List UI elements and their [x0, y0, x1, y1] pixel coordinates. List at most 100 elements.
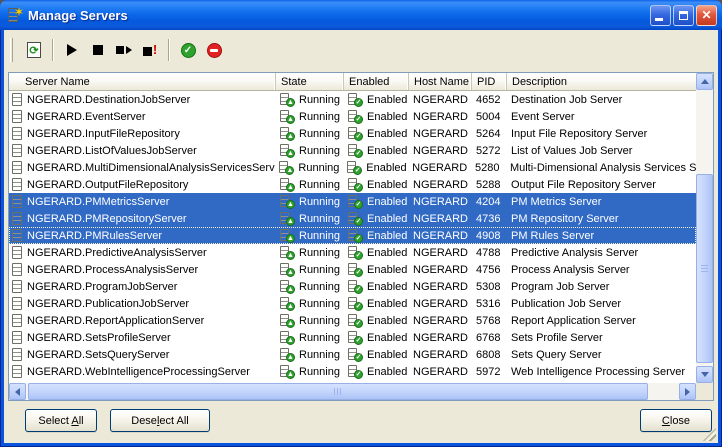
table-row[interactable]: NGERARD.SetsProfileServer ▲ Running ✓ En…: [9, 329, 696, 346]
server-name: NGERARD.WebIntelligenceProcessingServer: [27, 366, 250, 378]
column-header-server-name[interactable]: Server Name: [9, 73, 276, 90]
vertical-scrollbar[interactable]: [696, 73, 713, 383]
pid: 4788: [476, 247, 500, 259]
pid: 5768: [476, 315, 500, 327]
column-header-enabled[interactable]: Enabled: [344, 73, 409, 90]
enable-server-button[interactable]: ✓: [175, 38, 201, 62]
host-name: NGERARD: [413, 349, 468, 361]
table-row[interactable]: NGERARD.InputFileRepository ▲ Running ✓ …: [9, 125, 696, 142]
disable-server-button[interactable]: [201, 38, 227, 62]
toolbar-separator: [168, 39, 170, 61]
server-icon: [12, 331, 22, 344]
enabled-status-icon: ✓: [348, 348, 363, 362]
server-name: NGERARD.ProcessAnalysisServer: [27, 264, 198, 276]
state-label: Running: [299, 213, 340, 225]
arrow-down-icon: [701, 372, 709, 377]
running-status-icon: ▲: [280, 263, 295, 277]
table-row[interactable]: NGERARD.DestinationJobServer ▲ Running ✓…: [9, 91, 696, 108]
enabled-status-icon: ✓: [348, 212, 363, 226]
pid: 5308: [476, 281, 500, 293]
server-name: NGERARD.ListOfValuesJobServer: [27, 145, 197, 157]
table-row[interactable]: NGERARD.PMMetricsServer ▲ Running ✓ Enab…: [9, 193, 696, 210]
start-server-button[interactable]: [59, 38, 85, 62]
state-label: Running: [299, 315, 340, 327]
deselect-all-button[interactable]: Deselect All: [110, 409, 210, 432]
select-all-button[interactable]: Select All: [25, 409, 97, 432]
manage-servers-window: ✶ Manage Servers ✕ ⟳ ! ✓ Server Name: [0, 0, 722, 447]
table-row[interactable]: NGERARD.EventServer ▲ Running ✓ Enabled …: [9, 108, 696, 125]
pid: 5316: [476, 298, 500, 310]
running-status-icon: ▲: [280, 178, 295, 192]
table-row[interactable]: NGERARD.PMRulesServer ▲ Running ✓ Enable…: [9, 227, 696, 244]
server-name: NGERARD.PMMetricsServer: [27, 196, 169, 208]
vertical-scrollbar-thumb[interactable]: [696, 174, 713, 363]
table-row[interactable]: NGERARD.PredictiveAnalysisServer ▲ Runni…: [9, 244, 696, 261]
table-row[interactable]: NGERARD.OutputFileRepository ▲ Running ✓…: [9, 176, 696, 193]
description: Process Analysis Server: [511, 264, 630, 276]
pid: 4736: [476, 213, 500, 225]
column-header-host-name[interactable]: Host Name: [409, 73, 472, 90]
host-name: NGERARD: [413, 111, 468, 123]
enable-server-icon: ✓: [181, 43, 196, 58]
enabled-label: Enabled: [366, 162, 406, 174]
scroll-down-button[interactable]: [696, 366, 713, 383]
server-name: NGERARD.MultiDimensionalAnalysisServices…: [27, 162, 275, 174]
table-row[interactable]: NGERARD.PMRepositoryServer ▲ Running ✓ E…: [9, 210, 696, 227]
column-header-pid[interactable]: PID: [472, 73, 507, 90]
host-name: NGERARD: [413, 213, 468, 225]
host-name: NGERARD: [413, 145, 468, 157]
stop-server-button[interactable]: [85, 38, 111, 62]
server-icon: [12, 314, 22, 327]
host-name: NGERARD: [413, 281, 468, 293]
table-row[interactable]: NGERARD.ProcessAnalysisServer ▲ Running …: [9, 261, 696, 278]
pid: 4908: [476, 230, 500, 242]
restart-server-button[interactable]: [111, 38, 137, 62]
host-name: NGERARD: [413, 94, 468, 106]
state-label: Running: [299, 94, 340, 106]
host-name: NGERARD: [413, 332, 468, 344]
table-row[interactable]: NGERARD.ListOfValuesJobServer ▲ Running …: [9, 142, 696, 159]
host-name: NGERARD: [413, 366, 468, 378]
horizontal-scrollbar[interactable]: [9, 383, 696, 400]
pid: 6768: [476, 332, 500, 344]
scroll-right-button[interactable]: [679, 383, 696, 400]
start-server-icon: [67, 44, 77, 56]
state-label: Running: [299, 179, 340, 191]
state-label: Running: [299, 366, 340, 378]
running-status-icon: ▲: [280, 212, 295, 226]
close-button[interactable]: ✕: [696, 5, 717, 26]
enabled-status-icon: ✓: [348, 297, 363, 311]
refresh-button[interactable]: ⟳: [21, 38, 47, 62]
host-name: NGERARD: [413, 264, 468, 276]
running-status-icon: ▲: [280, 110, 295, 124]
column-header-description[interactable]: Description: [507, 73, 713, 90]
maximize-icon: [679, 11, 688, 20]
description: Output File Repository Server: [511, 179, 656, 191]
running-status-icon: ▲: [280, 127, 295, 141]
toolbar-gripper[interactable]: [10, 38, 13, 62]
scroll-up-button[interactable]: [696, 73, 713, 90]
table-row[interactable]: NGERARD.ReportApplicationServer ▲ Runnin…: [9, 312, 696, 329]
horizontal-scrollbar-thumb[interactable]: [28, 383, 648, 400]
minimize-button[interactable]: [650, 5, 671, 26]
pid: 5288: [476, 179, 500, 191]
table-row[interactable]: NGERARD.WebIntelligenceProcessingServer …: [9, 363, 696, 380]
column-header-state[interactable]: State: [276, 73, 344, 90]
state-label: Running: [299, 230, 340, 242]
enabled-status-icon: ✓: [348, 365, 363, 379]
table-row[interactable]: NGERARD.ProgramJobServer ▲ Running ✓ Ena…: [9, 278, 696, 295]
force-stop-button[interactable]: !: [137, 38, 163, 62]
description: Destination Job Server: [511, 94, 622, 106]
server-icon: [12, 263, 22, 276]
pid: 5280: [475, 162, 499, 174]
close-dialog-button[interactable]: Close: [640, 409, 712, 432]
running-status-icon: ▲: [280, 331, 295, 345]
maximize-button[interactable]: [673, 5, 694, 26]
table-row[interactable]: NGERARD.SetsQueryServer ▲ Running ✓ Enab…: [9, 346, 696, 363]
table-row[interactable]: NGERARD.MultiDimensionalAnalysisServices…: [9, 159, 696, 176]
description: Input File Repository Server: [511, 128, 647, 140]
table-row[interactable]: NGERARD.PublicationJobServer ▲ Running ✓…: [9, 295, 696, 312]
server-name: NGERARD.PredictiveAnalysisServer: [27, 247, 207, 259]
scroll-left-button[interactable]: [9, 383, 26, 400]
enabled-label: Enabled: [367, 145, 407, 157]
